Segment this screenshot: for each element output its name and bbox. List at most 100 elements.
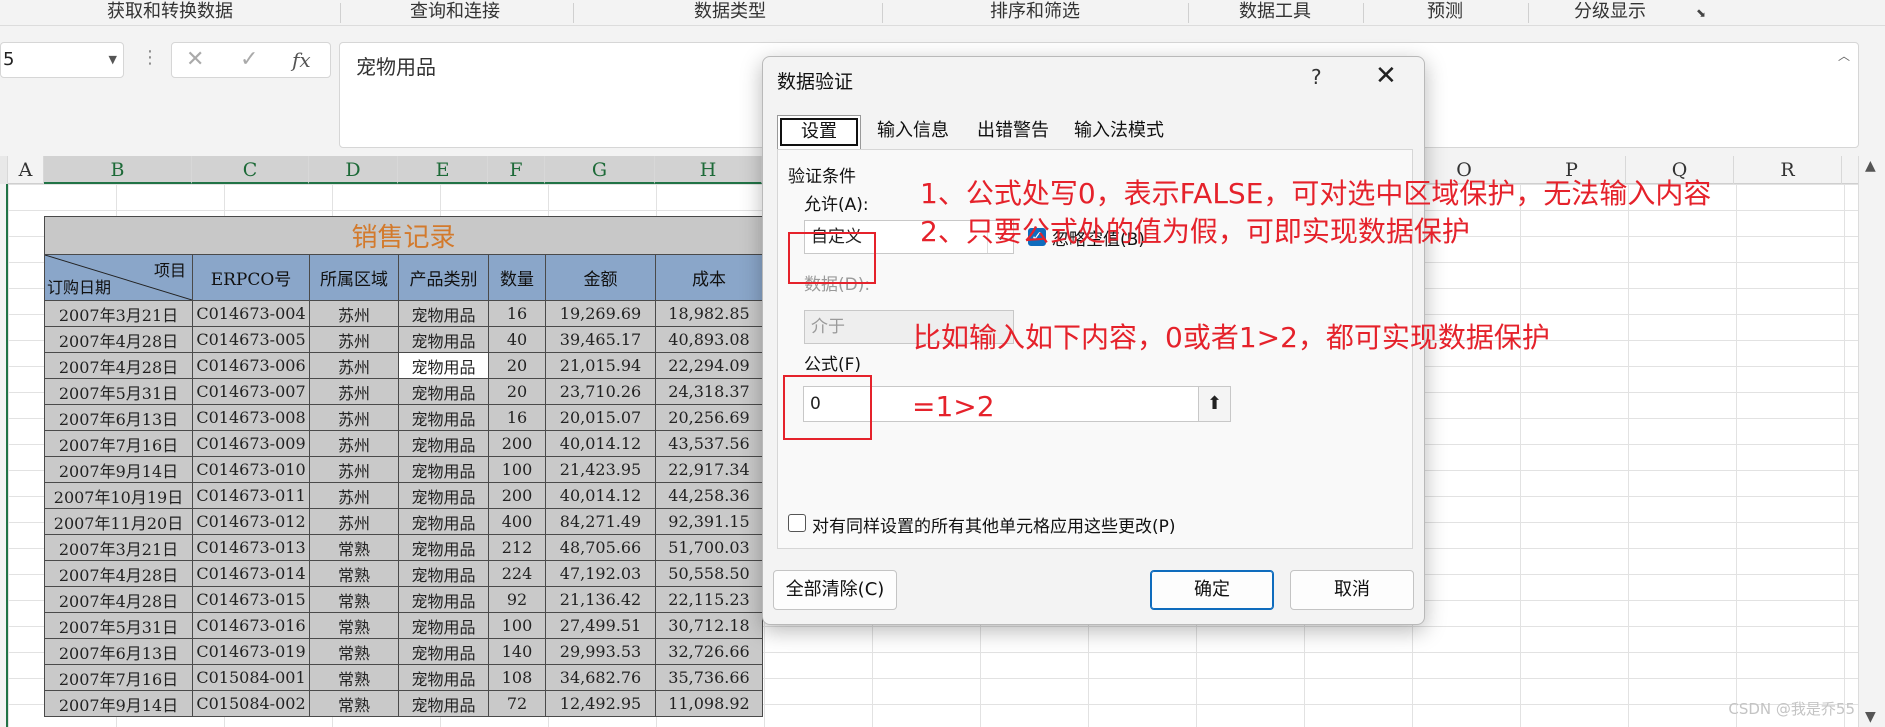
table-cell[interactable]: 宠物用品 xyxy=(398,638,489,665)
table-cell[interactable]: 44,258.36 xyxy=(655,482,763,509)
table-cell[interactable]: 20,256.69 xyxy=(655,404,763,431)
ok-button[interactable]: 确定 xyxy=(1150,570,1274,610)
table-cell[interactable]: 34,682.76 xyxy=(545,664,656,691)
chevron-down-icon[interactable]: ▼ xyxy=(109,43,117,77)
column-header-C[interactable]: C xyxy=(192,156,309,184)
table-cell[interactable]: 23,710.26 xyxy=(545,378,656,405)
table-cell[interactable]: 20 xyxy=(488,352,546,379)
table-cell[interactable]: 22,115.23 xyxy=(655,586,763,613)
table-cell[interactable]: C014673-006 xyxy=(192,352,310,379)
column-header-R[interactable]: R xyxy=(1734,156,1842,184)
table-cell[interactable]: 宠物用品 xyxy=(398,300,489,327)
table-cell[interactable]: 35,736.66 xyxy=(655,664,763,691)
table-cell[interactable]: 宠物用品 xyxy=(398,586,489,613)
table-cell[interactable]: 48,705.66 xyxy=(545,534,656,561)
table-cell[interactable]: C014673-014 xyxy=(192,560,310,587)
table-cell[interactable]: 16 xyxy=(488,300,546,327)
cancel-icon[interactable]: ✕ xyxy=(186,48,204,72)
table-cell[interactable]: 苏州 xyxy=(309,456,399,483)
tab-settings[interactable]: 设置 xyxy=(777,115,861,149)
table-cell[interactable]: 24,318.37 xyxy=(655,378,763,405)
table-cell[interactable]: C015084-002 xyxy=(192,690,310,717)
table-cell[interactable]: C015084-001 xyxy=(192,664,310,691)
column-header-F[interactable]: F xyxy=(488,156,545,184)
table-cell[interactable]: 39,465.17 xyxy=(545,326,656,353)
table-cell[interactable]: 32,726.66 xyxy=(655,638,763,665)
table-cell[interactable]: 2007年6月13日 xyxy=(44,638,193,665)
table-cell[interactable]: 92 xyxy=(488,586,546,613)
table-cell[interactable]: 苏州 xyxy=(309,430,399,457)
table-cell[interactable]: C014673-019 xyxy=(192,638,310,665)
table-cell[interactable]: 2007年4月28日 xyxy=(44,326,193,353)
enter-icon[interactable]: ✓ xyxy=(240,48,258,72)
column-header-D[interactable]: D xyxy=(309,156,398,184)
table-cell[interactable]: 苏州 xyxy=(309,404,399,431)
tab-ime-mode[interactable]: 输入法模式 xyxy=(1063,115,1175,149)
table-cell[interactable]: 宠物用品 xyxy=(398,534,489,561)
table-cell[interactable]: 18,982.85 xyxy=(655,300,763,327)
collapse-formula-bar-icon[interactable]: ︿ xyxy=(1838,47,1850,64)
table-cell[interactable]: 20 xyxy=(488,378,546,405)
vertical-scrollbar[interactable]: ▲ ▼ xyxy=(1858,156,1885,727)
table-cell[interactable]: 2007年9月14日 xyxy=(44,456,193,483)
table-cell[interactable]: 2007年4月28日 xyxy=(44,560,193,587)
apply-all-checkbox[interactable] xyxy=(788,514,806,532)
table-cell[interactable]: 40,893.08 xyxy=(655,326,763,353)
table-cell[interactable]: 2007年11月20日 xyxy=(44,508,193,535)
table-cell[interactable]: 2007年3月21日 xyxy=(44,300,193,327)
table-cell[interactable]: 常熟 xyxy=(309,612,399,639)
table-cell[interactable]: 宠物用品 xyxy=(398,664,489,691)
table-cell[interactable]: 常熟 xyxy=(309,664,399,691)
table-cell[interactable]: 200 xyxy=(488,482,546,509)
table-cell[interactable]: 20,015.07 xyxy=(545,404,656,431)
table-cell[interactable]: 2007年3月21日 xyxy=(44,534,193,561)
table-cell[interactable]: 30,712.18 xyxy=(655,612,763,639)
dialog-launcher-icon[interactable]: ⬊ xyxy=(1696,6,1710,20)
close-icon[interactable]: ✕ xyxy=(1375,61,1397,91)
table-cell[interactable]: 常熟 xyxy=(309,560,399,587)
table-cell[interactable]: 21,015.94 xyxy=(545,352,656,379)
scroll-up-icon[interactable]: ▲ xyxy=(1865,158,1876,174)
table-cell[interactable]: C014673-013 xyxy=(192,534,310,561)
clear-all-button[interactable]: 全部清除(C) xyxy=(773,570,897,610)
table-cell[interactable]: 苏州 xyxy=(309,352,399,379)
table-cell[interactable]: C014673-007 xyxy=(192,378,310,405)
table-cell[interactable]: 40,014.12 xyxy=(545,430,656,457)
select-all-corner[interactable] xyxy=(0,156,8,184)
table-cell[interactable]: 2007年6月13日 xyxy=(44,404,193,431)
table-cell[interactable]: 47,192.03 xyxy=(545,560,656,587)
column-header-G[interactable]: G xyxy=(545,156,655,184)
table-cell[interactable]: 72 xyxy=(488,690,546,717)
table-cell[interactable]: 宠物用品 xyxy=(398,560,489,587)
table-cell[interactable]: 常熟 xyxy=(309,586,399,613)
table-cell[interactable]: 19,269.69 xyxy=(545,300,656,327)
column-header-B[interactable]: B xyxy=(44,156,192,184)
table-cell[interactable]: 2007年5月31日 xyxy=(44,378,193,405)
table-cell[interactable]: 140 xyxy=(488,638,546,665)
table-cell[interactable]: 40 xyxy=(488,326,546,353)
table-cell[interactable]: 40,014.12 xyxy=(545,482,656,509)
table-cell[interactable]: 常熟 xyxy=(309,534,399,561)
name-box[interactable]: 5 ▼ xyxy=(0,42,124,78)
table-cell[interactable]: 100 xyxy=(488,456,546,483)
table-cell[interactable]: 2007年7月16日 xyxy=(44,430,193,457)
table-cell[interactable]: 宠物用品 xyxy=(398,352,489,379)
more-vertical-icon[interactable]: ⋮ xyxy=(141,48,159,68)
table-cell[interactable]: 宠物用品 xyxy=(398,326,489,353)
table-cell[interactable]: 2007年4月28日 xyxy=(44,352,193,379)
table-cell[interactable]: 11,098.92 xyxy=(655,690,763,717)
table-cell[interactable]: 宠物用品 xyxy=(398,690,489,717)
column-header-E[interactable]: E xyxy=(398,156,488,184)
range-picker-icon[interactable]: ⬆ xyxy=(1198,387,1230,421)
table-cell[interactable]: 2007年5月31日 xyxy=(44,612,193,639)
table-cell[interactable]: 16 xyxy=(488,404,546,431)
table-cell[interactable]: C014673-016 xyxy=(192,612,310,639)
table-cell[interactable]: 29,993.53 xyxy=(545,638,656,665)
table-cell[interactable]: C014673-008 xyxy=(192,404,310,431)
table-cell[interactable]: 宠物用品 xyxy=(398,404,489,431)
table-cell[interactable]: 宠物用品 xyxy=(398,508,489,535)
table-cell[interactable]: 22,917.34 xyxy=(655,456,763,483)
table-cell[interactable]: 27,499.51 xyxy=(545,612,656,639)
table-cell[interactable]: 400 xyxy=(488,508,546,535)
table-cell[interactable]: C014673-015 xyxy=(192,586,310,613)
